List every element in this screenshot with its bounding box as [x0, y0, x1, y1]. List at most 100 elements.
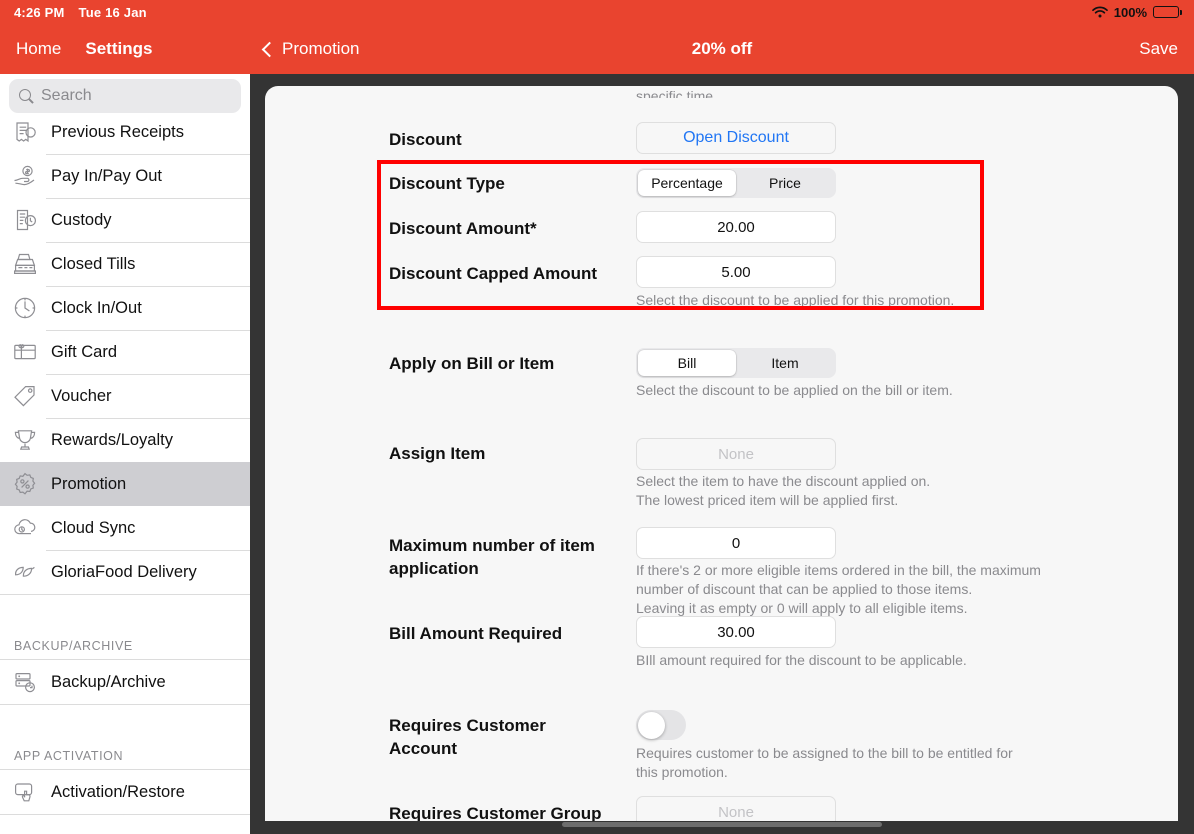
sidebar-item-voucher[interactable]: Voucher	[0, 374, 250, 418]
sidebar-item-label: Voucher	[51, 386, 112, 405]
sidebar-item-label: Rewards/Loyalty	[51, 430, 173, 449]
sidebar-item-gloriafood-delivery[interactable]: GloriaFood Delivery	[0, 550, 250, 594]
assign-item-selector[interactable]: None	[636, 438, 836, 470]
max-item-application-hint: If there's 2 or more eligible items orde…	[636, 562, 1041, 616]
status-bar-right: 100%	[1091, 4, 1182, 20]
bill-amount-required-hint: BIll amount required for the discount to…	[636, 652, 967, 668]
discount-capped-amount-input[interactable]: 5.00	[636, 256, 836, 288]
scrolled-hint-text: specific time.	[636, 88, 717, 98]
toggle-switch-off[interactable]	[636, 710, 686, 740]
sidebar-item-label: Previous Receipts	[51, 122, 184, 141]
sidebar-item-clock-in-out[interactable]: Clock In/Out	[0, 286, 250, 330]
requires-customer-account-toggle[interactable]	[636, 710, 686, 740]
assign-item-value: None	[636, 438, 836, 470]
bill-amount-required-label: Bill Amount Required	[389, 624, 563, 643]
navigation-bar: Promotion 20% off Save	[250, 24, 1194, 74]
discount-amount-label: Discount Amount*	[389, 219, 537, 238]
sidebar-item-label: Backup/Archive	[51, 672, 166, 691]
sidebar-header: Home Settings	[0, 24, 250, 74]
sidebar-item-label: Clock In/Out	[51, 298, 142, 317]
discount-capped-amount-label: Discount Capped Amount	[389, 264, 598, 283]
sidebar-item-activation-restore[interactable]: Activation/Restore	[0, 770, 250, 814]
tap-screen-icon	[12, 779, 38, 805]
field-row-apply-on: Apply on Bill or Item	[389, 354, 629, 374]
sidebar-item-gift-card[interactable]: Gift Card	[0, 330, 250, 374]
sidebar-item-label: Gift Card	[51, 342, 118, 361]
toggle-knob	[637, 711, 665, 739]
max-item-application-input[interactable]: 0	[636, 527, 836, 559]
field-row-assign-item: Assign Item	[389, 444, 629, 464]
requires-customer-account-hint: Requires customer to be assigned to the …	[636, 745, 1013, 780]
battery-percent: 100%	[1113, 4, 1147, 20]
max-item-application-value: 0	[636, 527, 836, 559]
sidebar-item-custody[interactable]: Custody	[0, 198, 250, 242]
sidebar-item-label: Activation/Restore	[51, 782, 185, 801]
search-icon	[19, 88, 34, 104]
apply-on-label: Apply on Bill or Item	[389, 354, 555, 373]
bill-amount-required-input[interactable]: 30.00	[636, 616, 836, 648]
status-bar: 4:26 PM Tue 16 Jan 100%	[0, 0, 1194, 24]
clock-icon	[12, 295, 38, 321]
sidebar-list: Previous Receipts Pay In/Pay Out Custody…	[0, 110, 250, 815]
segment-price[interactable]: Price	[736, 170, 834, 196]
sidebar-item-label: GloriaFood Delivery	[51, 562, 197, 581]
discount-capped-amount-hint: Select the discount to be applied for th…	[636, 292, 955, 308]
apply-on-segmented-control[interactable]: Bill Item	[636, 348, 836, 378]
receipt-icon	[12, 119, 38, 145]
bill-amount-required-value: 30.00	[636, 616, 836, 648]
field-row-discount: Discount	[389, 130, 629, 150]
status-bar-left: 4:26 PM Tue 16 Jan	[14, 5, 147, 20]
field-row-discount-amount: Discount Amount*	[389, 219, 629, 239]
requires-customer-group-value: None	[636, 796, 836, 821]
status-date: Tue 16 Jan	[78, 4, 147, 20]
sidebar-item-pay-in-pay-out[interactable]: Pay In/Pay Out	[0, 154, 250, 198]
field-row-max-item-application: Maximum number of item application	[389, 534, 624, 580]
settings-sidebar[interactable]: Previous Receipts Pay In/Pay Out Custody…	[0, 74, 250, 834]
open-discount-button[interactable]: Open Discount	[636, 122, 836, 154]
cloud-sync-icon	[12, 515, 38, 541]
assign-item-hint: Select the item to have the discount app…	[636, 473, 931, 508]
page-title: 20% off	[691, 39, 753, 58]
field-row-discount-capped-amount: Discount Capped Amount	[389, 264, 649, 284]
sidebar-group-title-activation: APP ACTIVATION	[0, 727, 250, 769]
search-container: Search	[0, 74, 250, 118]
sidebar-item-label: Custody	[51, 210, 112, 229]
battery-full-icon	[1153, 6, 1182, 18]
requires-customer-group-label: Requires Customer Group	[389, 804, 602, 821]
segment-percentage[interactable]: Percentage	[638, 170, 736, 196]
requires-customer-account-label: Requires Customer Account	[389, 716, 546, 758]
requires-customer-group-selector[interactable]: None	[636, 796, 836, 821]
tag-icon	[12, 383, 38, 409]
home-indicator	[562, 822, 882, 827]
sidebar-spacer	[0, 595, 250, 617]
sidebar-item-cloud-sync[interactable]: Cloud Sync	[0, 506, 250, 550]
segment-bill[interactable]: Bill	[638, 350, 736, 376]
sidebar-item-label: Closed Tills	[51, 254, 136, 273]
segment-item[interactable]: Item	[736, 350, 834, 376]
open-discount-button-label: Open Discount	[636, 122, 836, 154]
max-item-application-label: Maximum number of item application	[389, 536, 595, 578]
sidebar-item-rewards-loyalty[interactable]: Rewards/Loyalty	[0, 418, 250, 462]
sidebar-spacer	[0, 705, 250, 727]
sidebar-item-closed-tills[interactable]: Closed Tills	[0, 242, 250, 286]
discount-amount-input[interactable]: 20.00	[636, 211, 836, 243]
discount-capped-amount-value: 5.00	[636, 256, 836, 288]
home-button[interactable]: Home	[16, 39, 61, 59]
cash-register-icon	[12, 251, 38, 277]
field-row-requires-customer-group: Requires Customer Group	[389, 804, 659, 821]
settings-title: Settings	[85, 39, 153, 58]
apply-on-hint: Select the discount to be applied on the…	[636, 382, 953, 398]
save-button[interactable]: Save	[1139, 24, 1178, 74]
sidebar-item-promotion[interactable]: Promotion	[0, 462, 250, 506]
sidebar-group-title-backup: BACKUP/ARCHIVE	[0, 617, 250, 659]
field-row-bill-amount-required: Bill Amount Required	[389, 624, 629, 644]
hand-money-icon	[12, 163, 38, 189]
promotion-detail-card: specific time. Discount Open Discount Di…	[265, 86, 1178, 821]
search-input[interactable]: Search	[9, 79, 241, 113]
sidebar-item-label: Promotion	[51, 474, 127, 493]
assign-item-label: Assign Item	[389, 444, 486, 463]
sidebar-item-backup-archive[interactable]: Backup/Archive	[0, 660, 250, 704]
search-placeholder: Search	[41, 87, 92, 104]
discount-type-segmented-control[interactable]: Percentage Price	[636, 168, 836, 198]
gift-card-icon	[12, 339, 38, 365]
